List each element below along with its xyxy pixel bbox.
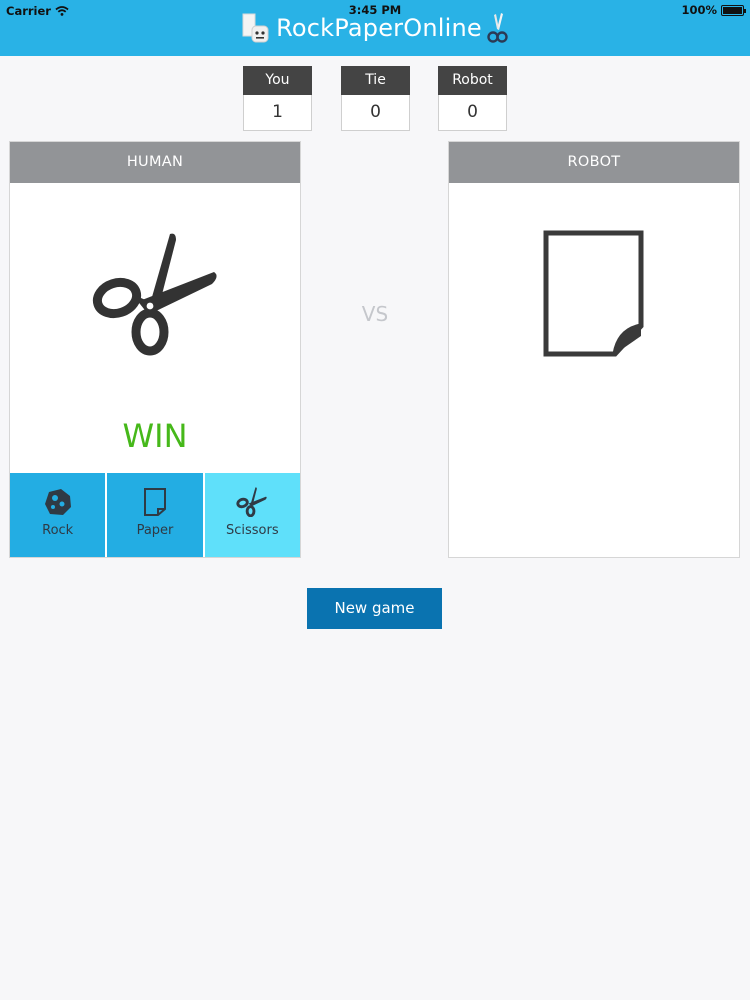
paper-icon (143, 488, 166, 516)
logo-paper-robot-icon (242, 13, 269, 43)
score-value: 0 (341, 95, 410, 131)
paper-button[interactable]: Paper (107, 473, 203, 557)
new-game-button[interactable]: New game (307, 588, 442, 629)
rock-button[interactable]: Rock (10, 473, 106, 557)
vs-label: VS (361, 302, 389, 326)
scissors-label: Scissors (226, 523, 279, 538)
score-value: 0 (438, 95, 507, 131)
robot-panel: ROBOT (448, 141, 740, 558)
result-label: WIN (122, 417, 188, 455)
app-title: RockPaperOnline (276, 14, 482, 42)
app-header: Carrier 3:45 PM 100% RockPaperOnline (0, 0, 750, 56)
logo-scissors-icon (487, 13, 508, 43)
robot-choice-paper-icon (543, 230, 644, 357)
score-tie: Tie 0 (341, 66, 410, 131)
human-choice-scissors-icon (92, 233, 217, 356)
human-panel-title: HUMAN (10, 142, 300, 183)
human-panel: HUMAN WIN Rock Paper Scissors (9, 141, 301, 558)
score-you: You 1 (243, 66, 312, 131)
scissors-button[interactable]: Scissors (204, 473, 300, 557)
choice-buttons: Rock Paper Scissors (10, 473, 300, 557)
score-label: Tie (341, 66, 410, 95)
app-logo: RockPaperOnline (0, 11, 750, 45)
paper-label: Paper (136, 523, 174, 538)
score-label: You (243, 66, 312, 95)
robot-panel-title: ROBOT (449, 142, 739, 183)
rock-label: Rock (42, 523, 74, 538)
scissors-icon (236, 487, 267, 517)
rock-icon (44, 489, 71, 515)
score-label: Robot (438, 66, 507, 95)
score-robot: Robot 0 (438, 66, 507, 131)
score-value: 1 (243, 95, 312, 131)
